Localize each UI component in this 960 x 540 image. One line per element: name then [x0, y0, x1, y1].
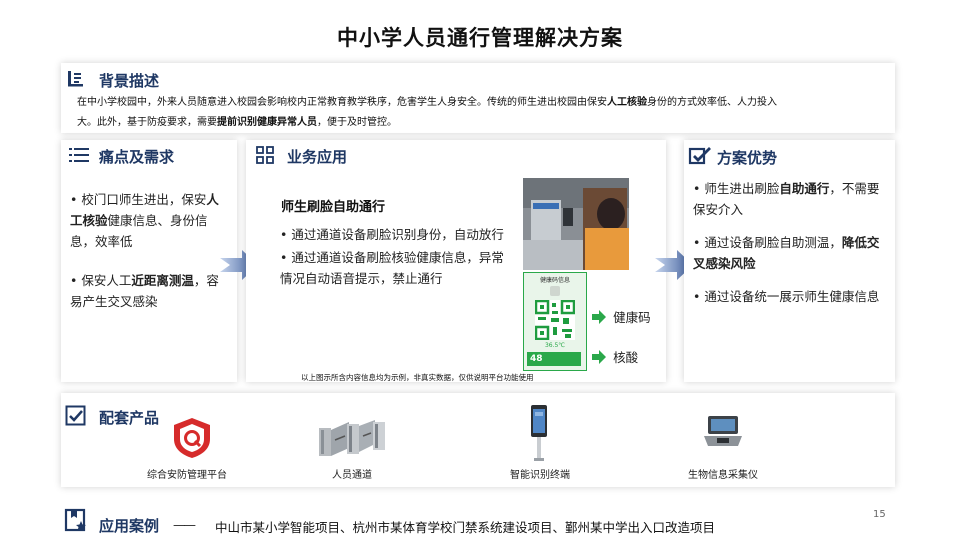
- cases-heading: 应用案例: [99, 517, 160, 535]
- list-icon: [68, 146, 90, 164]
- pain-item-2: 保安人工近距离测温，容易产生交叉感染: [70, 270, 230, 312]
- bookmark-star-icon: [64, 508, 88, 532]
- products-heading: 配套产品: [99, 409, 160, 427]
- adv2-a: 通过设备刷脸自助测温，: [704, 235, 842, 250]
- pain-item-1: 校门口师生进出，保安人工核验健康信息、身份信息，效率低: [70, 189, 230, 252]
- page-title: 中小学人员通行管理解决方案: [337, 26, 623, 50]
- nucleic-row: 核酸: [592, 346, 638, 366]
- adv1-a: 师生进出刷脸: [704, 181, 780, 196]
- pain-list: 校门口师生进出，保安人工核验健康信息、身份信息，效率低 保安人工近距离测温，容易…: [70, 189, 230, 312]
- advantages-heading: 方案优势: [717, 149, 778, 167]
- health-code-label: 健康码: [613, 310, 651, 325]
- pain-item2-bold: 近距离测温: [131, 273, 194, 288]
- business-item-1: 通过通道设备刷脸识别身份，自动放行: [280, 224, 505, 245]
- face-scan-photo: [523, 178, 629, 270]
- document-icon: [66, 69, 86, 89]
- pain-item1-a: 校门口师生进出，保安: [81, 192, 207, 207]
- advantage-item-3: 通过设备统一展示师生健康信息: [693, 286, 889, 307]
- turnstile-icon: [317, 418, 391, 462]
- cases-dash: ——: [173, 517, 196, 532]
- phone-num: 48: [530, 354, 543, 364]
- background-line2b: ，便于及时管控。: [317, 117, 397, 128]
- background-heading: 背景描述: [99, 72, 160, 90]
- page-number: 15: [873, 509, 886, 520]
- disclaimer-note: 以上图示所含内容信息均为示例，非真实数据，仅供说明平台功能使用: [301, 373, 534, 382]
- background-line2-bold: 提前识别健康异常人员: [217, 117, 317, 128]
- product-label-3: 智能识别终端: [510, 470, 570, 481]
- phone-title: 健康码信息: [539, 277, 570, 284]
- background-line1-tail: 身份的方式效率低、人力投入: [647, 97, 777, 108]
- checkbox-icon: [65, 405, 87, 427]
- advantage-item-1: 师生进出刷脸自助通行，不需要保安介入: [693, 178, 889, 220]
- background-line1-bold: 人工核验: [607, 97, 647, 108]
- product-label-4: 生物信息采集仪: [688, 470, 758, 481]
- phone-temp: 36.5℃: [544, 342, 566, 349]
- product-label-2: 人员通道: [332, 470, 372, 481]
- phone-bottom-bar: 48: [527, 352, 581, 366]
- business-item-2: 通过通道设备刷脸核验健康信息，异常情况自动语音提示，禁止通行: [280, 247, 505, 289]
- green-arrow-icon: [592, 349, 606, 364]
- background-line2a: 大。此外，基于防疫要求，需要: [77, 117, 217, 128]
- pain-heading: 痛点及需求: [99, 148, 175, 166]
- background-text: 在中小学校园中，外来人员随意进入校园会影响校内正常教育教学秩序，危害学生人身安全…: [77, 95, 887, 131]
- pain-item2-a: 保安人工: [81, 273, 132, 288]
- qr-code-icon: [534, 299, 576, 341]
- grid-apps-icon: [256, 146, 274, 164]
- face-terminal-icon: [529, 404, 549, 466]
- advantages-list: 师生进出刷脸自助通行，不需要保安介入 通过设备刷脸自助测温，降低交叉感染风险 通…: [693, 178, 889, 307]
- business-heading: 业务应用: [287, 148, 348, 166]
- background-line1: 在中小学校园中，外来人员随意进入校园会影响校内正常教育教学秩序，危害学生人身安全…: [77, 97, 607, 108]
- health-code-row: 健康码: [592, 306, 651, 326]
- product-label-1: 综合安防管理平台: [147, 470, 227, 481]
- advantage-item-2: 通过设备刷脸自助测温，降低交叉感染风险: [693, 232, 889, 274]
- bio-collector-icon: [704, 414, 742, 452]
- phone-avatar: [550, 286, 560, 296]
- health-code-phone: 健康码信息 36.5℃ 48: [523, 272, 587, 371]
- adv1-bold: 自助通行: [779, 181, 830, 196]
- business-list: 通过通道设备刷脸识别身份，自动放行 通过通道设备刷脸核验健康信息，异常情况自动语…: [280, 224, 505, 289]
- checkbox-icon: [688, 146, 712, 166]
- business-subtitle: 师生刷脸自助通行: [281, 200, 386, 215]
- platform-logo-icon: [172, 417, 212, 463]
- nucleic-label: 核酸: [613, 350, 639, 365]
- green-arrow-icon: [592, 309, 606, 324]
- cases-text: 中山市某小学智能项目、杭州市某体育学校门禁系统建设项目、鄞州某中学出入口改造项目: [215, 520, 716, 535]
